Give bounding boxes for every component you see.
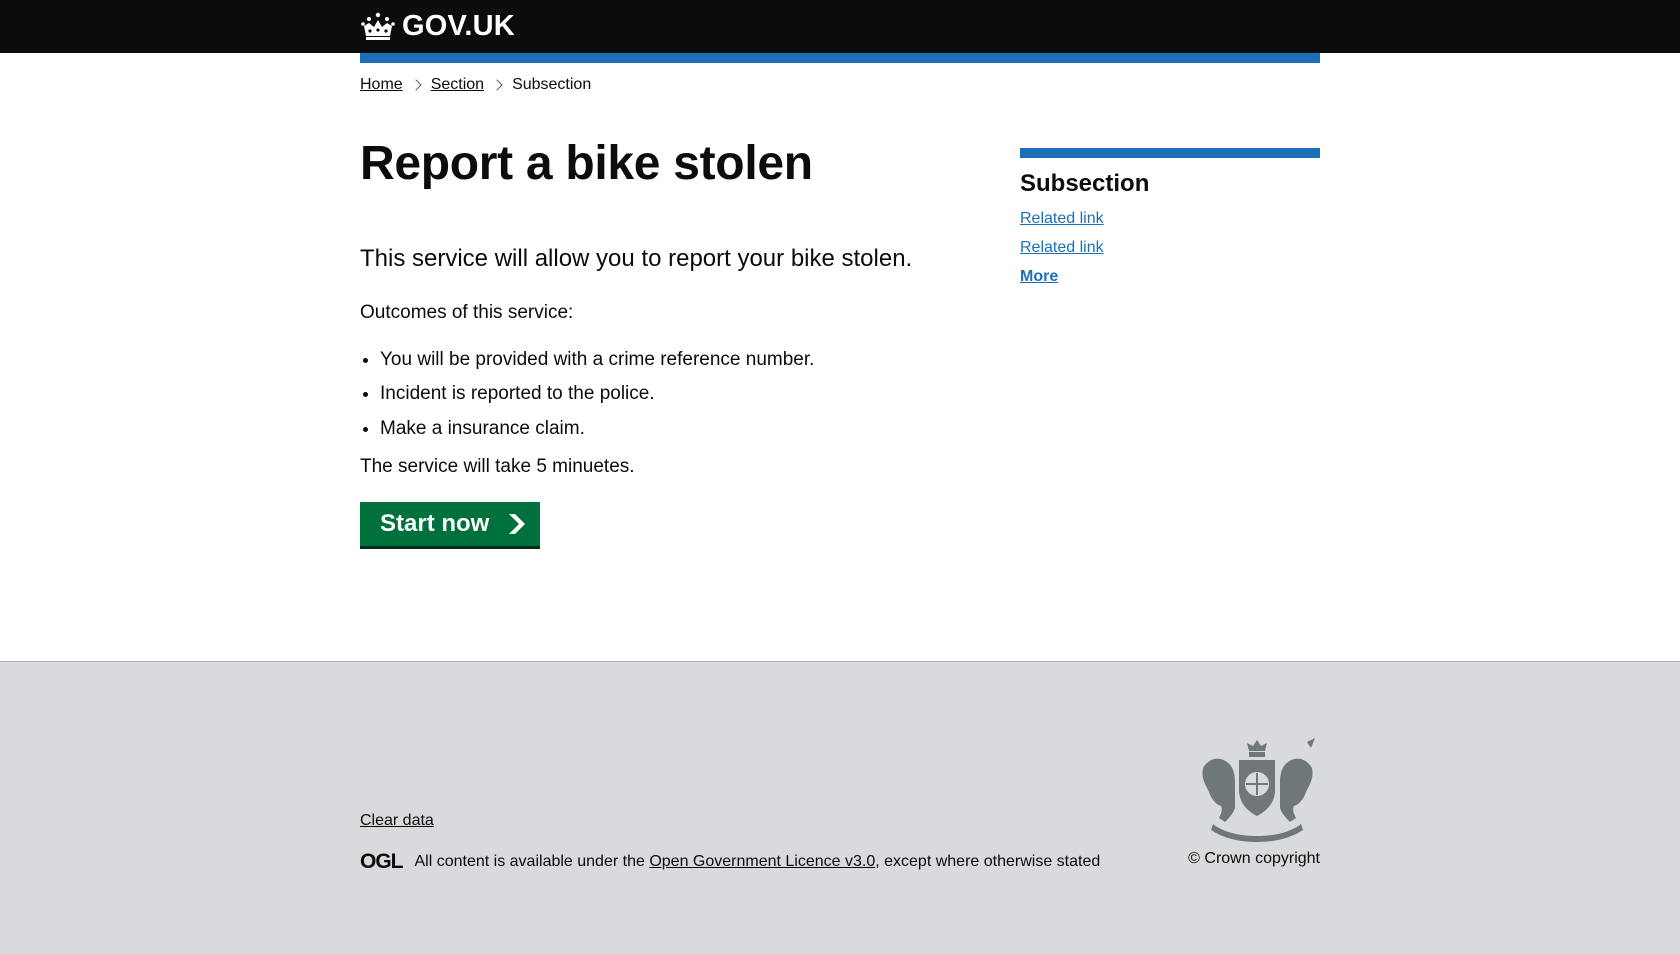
licence-row: OGL All content is available under the O… — [360, 850, 1100, 874]
breadcrumb-home-link[interactable]: Home — [360, 76, 403, 94]
outcomes-intro: Outcomes of this service: — [360, 301, 574, 323]
arrow-right-icon — [509, 513, 526, 534]
list-item: Related link — [1020, 210, 1320, 228]
page-title: Report a bike stolen — [360, 137, 813, 190]
header-container: GOV.UK — [360, 0, 515, 53]
breadcrumb-section-link[interactable]: Section — [431, 76, 484, 94]
related-links-list: Related link Related link More — [1020, 210, 1320, 286]
ogl-logo: OGL — [360, 850, 403, 873]
site-header: GOV.UK — [0, 0, 1680, 53]
start-now-label: Start now — [380, 509, 490, 537]
crown-icon — [361, 12, 395, 40]
related-link[interactable]: Related link — [1020, 210, 1104, 227]
logo-text: GOV.UK — [402, 10, 515, 42]
breadcrumb: Home Section Subsection — [360, 76, 591, 94]
licence-prefix: All content is available under the — [414, 853, 645, 870]
site-footer: Clear data OGL All content is available … — [0, 661, 1680, 954]
footer-container: Clear data OGL All content is available … — [360, 662, 1320, 954]
lead-paragraph: This service will allow you to report yo… — [360, 244, 913, 272]
chevron-right-icon — [491, 79, 503, 91]
start-now-button[interactable]: Start now — [360, 501, 541, 546]
outcomes-list: You will be provided with a crime refere… — [360, 348, 990, 442]
duration-text: The service will take 5 minuetes. — [360, 455, 635, 477]
more-link[interactable]: More — [1020, 268, 1058, 285]
list-item: Make a insurance claim. — [380, 417, 990, 442]
govuk-logo-link[interactable]: GOV.UK — [360, 10, 515, 43]
chevron-right-icon — [410, 79, 422, 91]
list-item: More — [1020, 268, 1320, 286]
header-brand-bar — [360, 53, 1320, 63]
sidebar-title: Subsection — [1020, 170, 1150, 197]
royal-coat-of-arms-icon — [1202, 738, 1315, 842]
clear-data-link[interactable]: Clear data — [360, 812, 434, 830]
main-content: Report a bike stolen This service will a… — [360, 135, 990, 546]
crown-copyright: © Crown copyright — [1188, 850, 1320, 867]
list-item: Incident is reported to the police. — [380, 382, 990, 407]
breadcrumb-current: Subsection — [512, 76, 592, 93]
related-sidebar: Subsection Related link Related link Mor… — [1020, 148, 1320, 297]
list-item: You will be provided with a crime refere… — [380, 348, 990, 373]
related-link[interactable]: Related link — [1020, 239, 1104, 256]
list-item: Related link — [1020, 239, 1320, 257]
sidebar-top-bar — [1020, 148, 1320, 158]
licence-link[interactable]: Open Government Licence v3.0 — [649, 853, 875, 871]
licence-suffix: , except where otherwise stated — [875, 853, 1101, 870]
